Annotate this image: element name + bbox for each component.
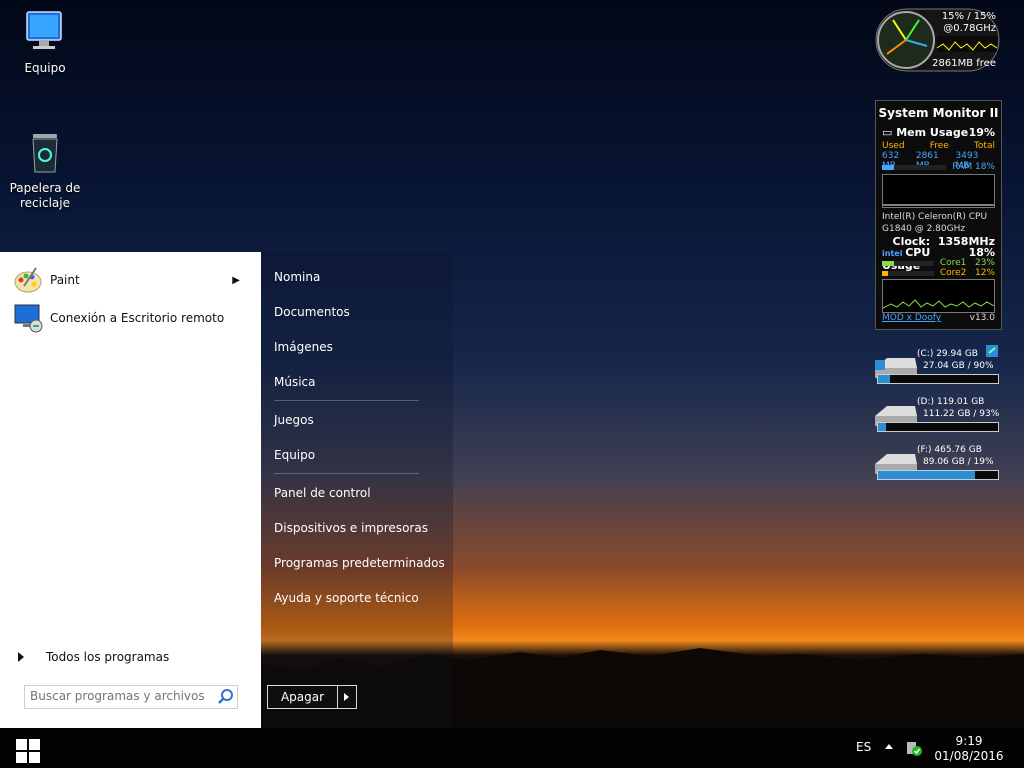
clock-time: 9:19: [955, 734, 983, 748]
start-item-paint[interactable]: Paint ▶: [12, 264, 252, 296]
start-link-dispositivos[interactable]: Dispositivos e impresoras: [274, 521, 428, 535]
core1-bar: [882, 260, 934, 266]
all-programs-label: Todos los programas: [46, 650, 170, 664]
start-link-programas-predeterminados[interactable]: Programas predeterminados: [274, 556, 445, 570]
drive-usage-bar: [877, 422, 999, 432]
mem-usage-label: ▭ Mem Usage: [882, 126, 969, 139]
submenu-arrow-icon[interactable]: ▶: [232, 275, 240, 286]
start-link-juegos[interactable]: Juegos: [274, 413, 314, 427]
search-box[interactable]: [24, 685, 238, 709]
core1-label: Core1: [939, 258, 967, 268]
drive-usage-bar: [877, 470, 999, 480]
start-menu-programs-pane: Paint ▶ Conexión a Escritorio remoto Tod…: [0, 252, 261, 728]
system-monitor-title: System Monitor II: [878, 106, 999, 120]
cpu-percent: 15% / 15%: [941, 11, 996, 22]
recycle-bin-icon: [32, 134, 58, 173]
cpu-model: G1840 @ 2.80GHz: [882, 224, 966, 234]
free-memory: 2861MB free: [932, 58, 996, 69]
system-monitor-gadget[interactable]: System Monitor II ▭ Mem Usage 19% Used F…: [875, 100, 1002, 330]
start-link-imagenes[interactable]: Imágenes: [274, 340, 333, 354]
start-item-label: Conexión a Escritorio remoto: [50, 311, 225, 325]
all-programs-button[interactable]: Todos los programas: [18, 650, 169, 664]
menu-separator: [274, 473, 419, 474]
remote-desktop-icon: [14, 304, 43, 333]
used-label: Used: [882, 141, 905, 151]
drive-usage: 27.04 GB / 90%: [923, 361, 994, 371]
taskbar: ES 9:19 01/08/2016: [0, 728, 1024, 768]
drive-label: (D:) 119.01 GB: [917, 397, 985, 407]
cpu-name: Intel(R) Celeron(R) CPU: [882, 212, 988, 222]
computer-icon: [26, 11, 62, 49]
start-link-documentos[interactable]: Documentos: [274, 305, 350, 319]
desktop-icon-label: Equipo: [24, 61, 66, 75]
drive-d-gadget[interactable]: (D:) 119.01 GB 111.22 GB / 93%: [871, 394, 1001, 438]
ram-bar: [882, 164, 947, 170]
drive-usage-bar: [877, 374, 999, 384]
cpu-meter-gadget[interactable]: 15% / 15% @0.78GHz 2861MB free: [875, 8, 1000, 72]
cpu-frequency: @0.78GHz: [943, 23, 996, 34]
action-center-icon[interactable]: [905, 739, 923, 757]
drive-usage-fill: [878, 375, 890, 383]
desktop-icon-recycle-bin[interactable]: Papelera de reciclaje: [5, 130, 85, 211]
desktop-icon-label: Papelera de reciclaje: [9, 181, 81, 210]
free-label: Free: [929, 141, 949, 151]
search-input[interactable]: [25, 686, 210, 706]
core2-label: Core2: [939, 268, 967, 278]
start-link-musica[interactable]: Música: [274, 375, 316, 389]
paint-icon: [14, 267, 42, 293]
memory-graph: [882, 174, 995, 208]
refresh-icon[interactable]: [985, 344, 999, 358]
start-link-panel-control[interactable]: Panel de control: [274, 486, 371, 500]
drive-label: (F:) 465.76 GB: [917, 445, 982, 455]
clock-date: 01/08/2016: [934, 749, 1004, 763]
show-hidden-icons-icon[interactable]: [885, 744, 893, 749]
start-item-label: Paint: [50, 273, 80, 287]
drive-label: (C:) 29.94 GB: [917, 349, 978, 359]
total-label: Total: [973, 141, 995, 151]
language-indicator[interactable]: ES: [856, 740, 871, 754]
mem-usage-value: 19%: [968, 126, 995, 139]
start-link-nomina[interactable]: Nomina: [274, 270, 320, 284]
core2-bar: [882, 270, 934, 276]
drive-usage-fill: [878, 471, 976, 479]
mod-link[interactable]: MOD x Doofy: [882, 313, 941, 323]
memory-chip-icon: ▭: [882, 126, 897, 139]
ram-percent: 18%: [974, 162, 995, 172]
system-clock[interactable]: 9:19 01/08/2016: [930, 734, 1008, 764]
drive-f-gadget[interactable]: (F:) 465.76 GB 89.06 GB / 19%: [871, 442, 1001, 486]
drive-usage: 111.22 GB / 93%: [923, 409, 1000, 419]
start-item-remote-desktop[interactable]: Conexión a Escritorio remoto: [12, 302, 252, 334]
drive-c-gadget[interactable]: (C:) 29.94 GB 27.04 GB / 90%: [871, 344, 1001, 390]
shutdown-button-group: Apagar: [267, 685, 357, 709]
ram-label: RAM: [952, 162, 973, 172]
drive-usage-fill: [878, 423, 887, 431]
drive-usage: 89.06 GB / 19%: [923, 457, 994, 467]
search-icon[interactable]: [217, 688, 235, 706]
expand-arrow-icon: [18, 652, 24, 662]
cpu-graph: [882, 279, 995, 313]
shutdown-button[interactable]: Apagar: [268, 686, 337, 708]
core2-value: 12%: [974, 268, 995, 278]
menu-separator: [274, 400, 419, 401]
desktop-icon-equipo[interactable]: Equipo: [5, 10, 85, 76]
start-button[interactable]: [16, 739, 40, 763]
version-label: v13.0: [969, 313, 995, 323]
start-link-equipo[interactable]: Equipo: [274, 448, 315, 462]
start-menu-places-pane: Nomina Documentos Imágenes Música Juegos…: [261, 252, 453, 728]
start-link-ayuda[interactable]: Ayuda y soporte técnico: [274, 591, 419, 605]
core1-value: 23%: [974, 258, 995, 268]
intel-logo-icon: intel: [882, 249, 906, 258]
shutdown-options-arrow-icon[interactable]: [337, 686, 356, 708]
